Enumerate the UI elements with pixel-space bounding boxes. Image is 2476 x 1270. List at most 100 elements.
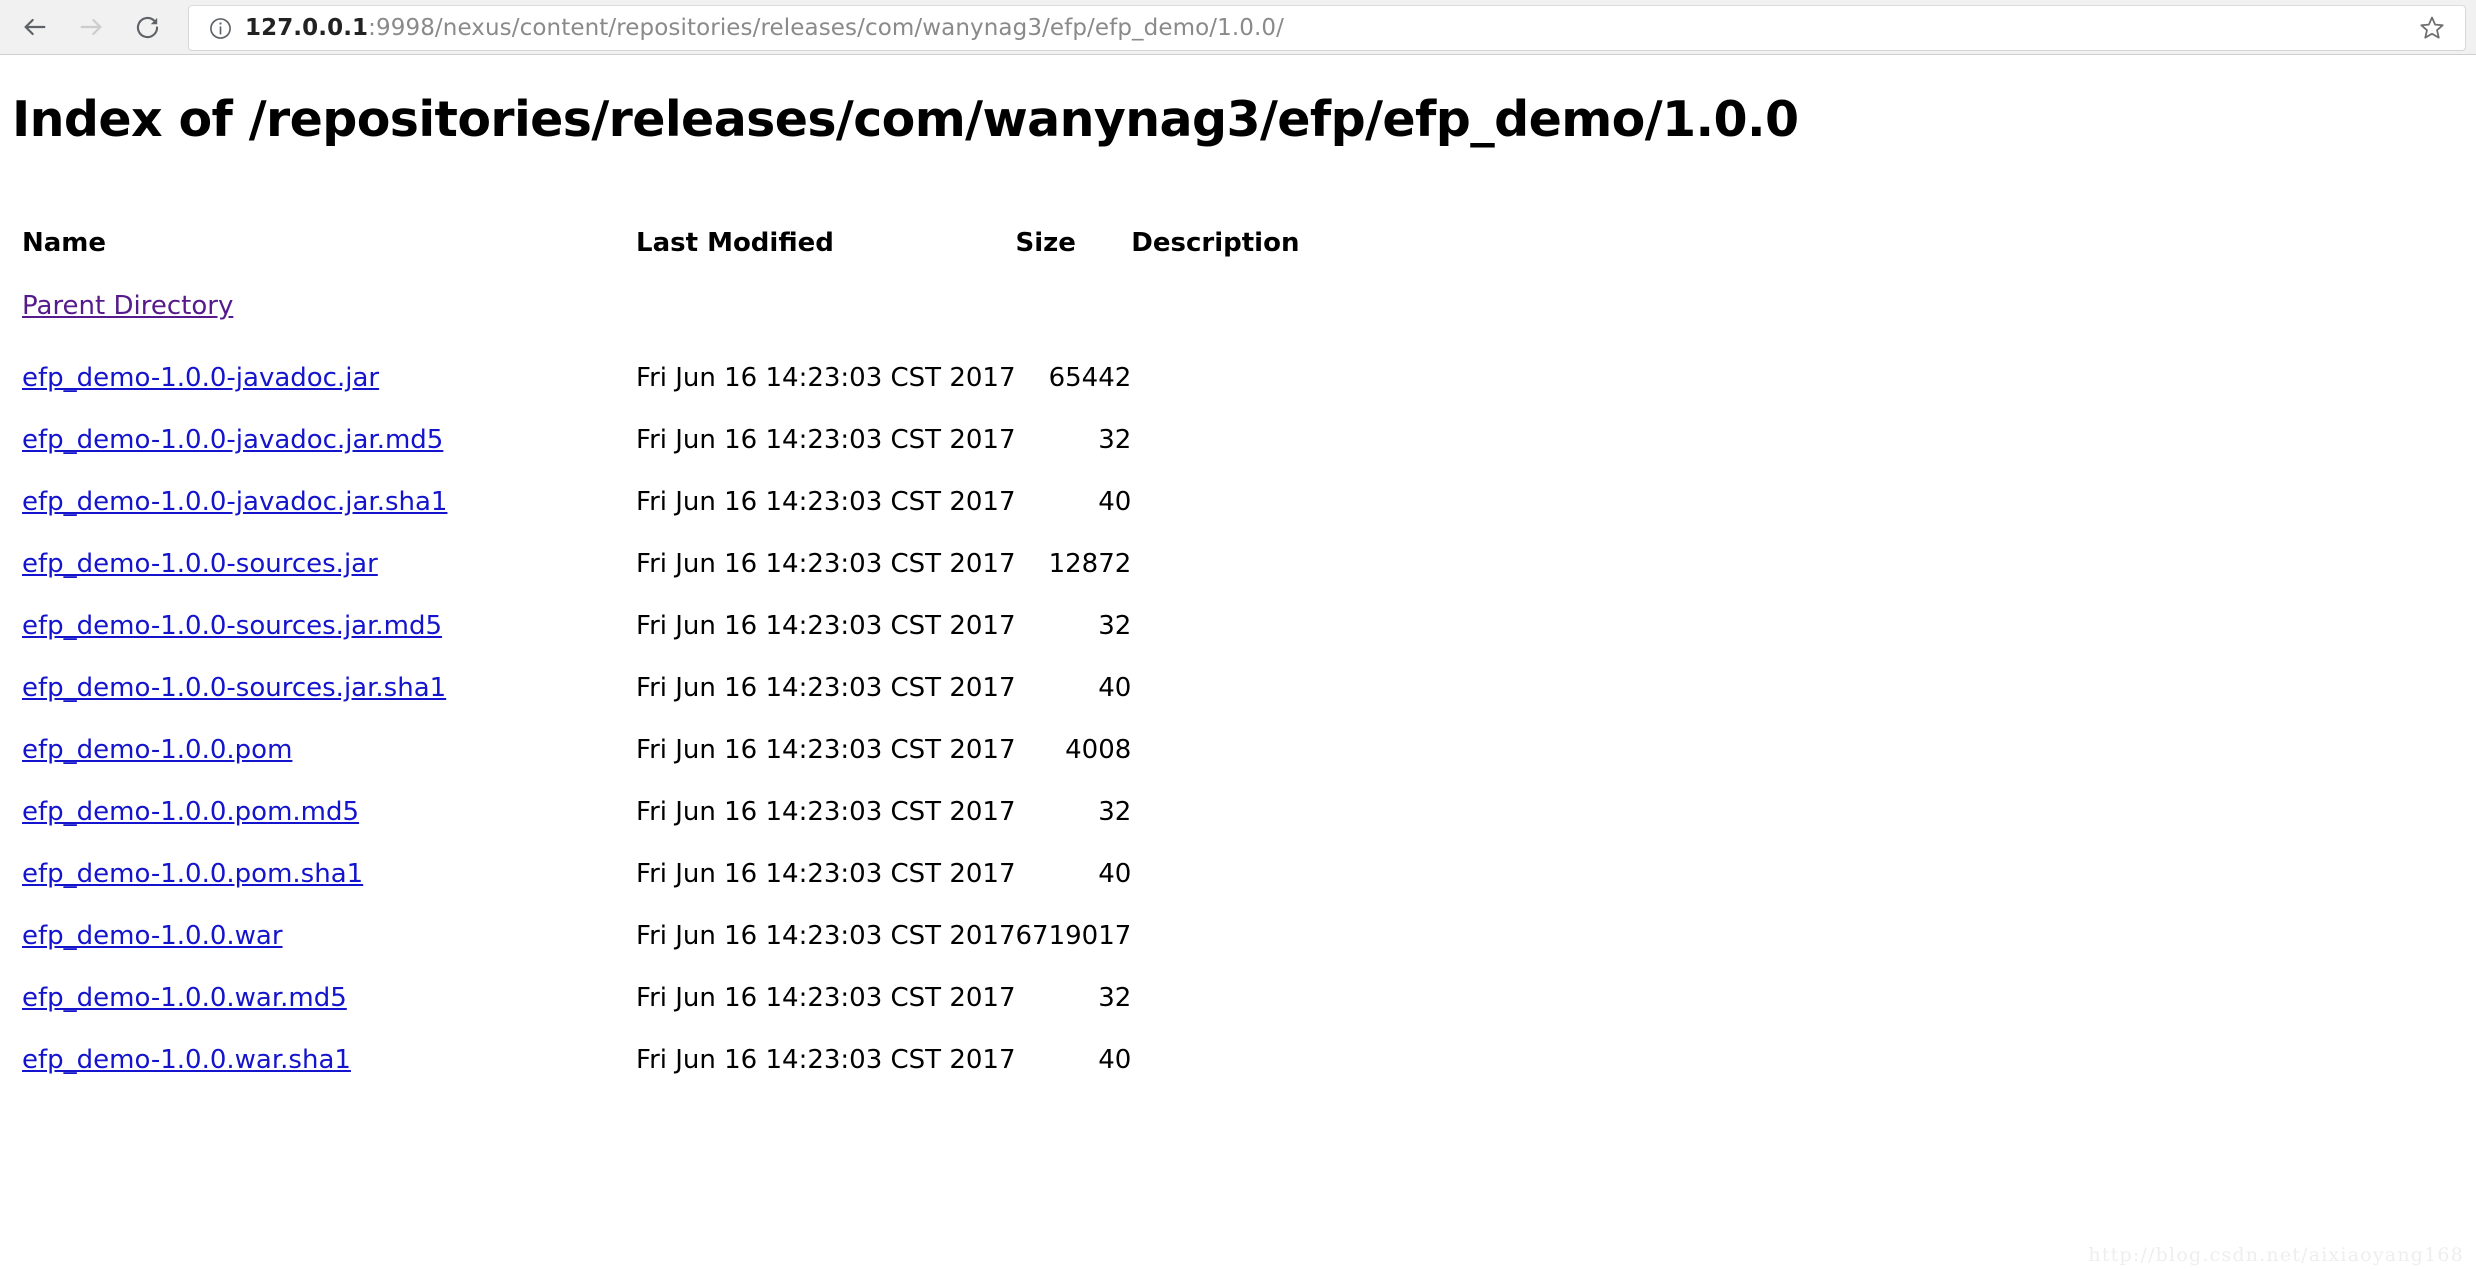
column-header-last-modified: Last Modified: [636, 228, 834, 258]
parent-directory-link[interactable]: Parent Directory: [22, 291, 233, 321]
address-bar[interactable]: 127.0.0.1:9998/nexus/content/repositorie…: [188, 5, 2466, 51]
file-name-cell[interactable]: efp_demo-1.0.0-javadoc.jar.md5: [22, 416, 636, 478]
spacer-cell: [1131, 344, 1531, 354]
arrow-left-icon: [21, 13, 49, 41]
page-title: Index of /repositories/releases/com/wany…: [12, 91, 1799, 148]
column-header-size: Size: [1015, 228, 1076, 258]
file-link[interactable]: efp_demo-1.0.0-javadoc.jar: [22, 363, 379, 393]
table-row[interactable]: efp_demo-1.0.0-javadoc.jar Fri Jun 16 14…: [22, 354, 1531, 416]
address-bar-host: 127.0.0.1: [245, 15, 369, 41]
table-row[interactable]: efp_demo-1.0.0.pom Fri Jun 16 14:23:03 C…: [22, 726, 1531, 788]
table-row[interactable]: efp_demo-1.0.0-sources.jar.md5 Fri Jun 1…: [22, 602, 1531, 664]
file-size: 40: [1098, 487, 1132, 517]
file-name-cell[interactable]: efp_demo-1.0.0.pom.sha1: [22, 850, 636, 912]
file-name-cell[interactable]: efp_demo-1.0.0-javadoc.jar: [22, 354, 636, 416]
file-link[interactable]: efp_demo-1.0.0.war: [22, 921, 283, 951]
file-description: [1131, 788, 1531, 850]
file-size: 32: [1098, 425, 1132, 455]
reload-icon: [134, 14, 161, 41]
file-link[interactable]: efp_demo-1.0.0.pom.md5: [22, 797, 359, 827]
file-description: [1131, 354, 1531, 416]
file-last-modified: Fri Jun 16 14:23:03 CST 2017: [636, 549, 1016, 579]
file-description: [1131, 912, 1531, 974]
column-header-name: Name: [22, 228, 107, 258]
info-circle-icon[interactable]: [207, 15, 233, 41]
file-last-modified: Fri Jun 16 14:23:03 CST 2017: [636, 983, 1016, 1013]
parent-description: [1131, 282, 1531, 344]
file-size: 40: [1098, 859, 1132, 889]
file-last-modified: Fri Jun 16 14:23:03 CST 2017: [636, 735, 1016, 765]
bookmark-star-icon[interactable]: [2417, 13, 2447, 43]
file-link[interactable]: efp_demo-1.0.0-sources.jar.sha1: [22, 673, 446, 703]
file-name-cell[interactable]: efp_demo-1.0.0.war.md5: [22, 974, 636, 1036]
table-row[interactable]: efp_demo-1.0.0.war.sha1 Fri Jun 16 14:23…: [22, 1036, 1531, 1098]
file-last-modified: Fri Jun 16 14:23:03 CST 2017: [636, 363, 1016, 393]
table-row-parent[interactable]: Parent Directory: [22, 282, 1531, 344]
file-description: [1131, 850, 1531, 912]
file-last-modified: Fri Jun 16 14:23:03 CST 2017: [636, 673, 1016, 703]
directory-listing-body: Parent Directory efp_demo-1.0.0-javadoc.…: [22, 282, 1531, 1098]
file-name-cell[interactable]: efp_demo-1.0.0.pom.md5: [22, 788, 636, 850]
file-size: 32: [1098, 797, 1132, 827]
table-row[interactable]: efp_demo-1.0.0-javadoc.jar.md5 Fri Jun 1…: [22, 416, 1531, 478]
table-row[interactable]: efp_demo-1.0.0.war Fri Jun 16 14:23:03 C…: [22, 912, 1531, 974]
spacer-cell: [636, 344, 1016, 354]
file-name-cell[interactable]: efp_demo-1.0.0-sources.jar.sha1: [22, 664, 636, 726]
table-row[interactable]: efp_demo-1.0.0.pom.md5 Fri Jun 16 14:23:…: [22, 788, 1531, 850]
file-last-modified: Fri Jun 16 14:23:03 CST 2017: [636, 797, 1016, 827]
file-name-cell[interactable]: efp_demo-1.0.0.war.sha1: [22, 1036, 636, 1098]
file-size: 65442: [1048, 363, 1132, 393]
file-link[interactable]: efp_demo-1.0.0.war.md5: [22, 983, 347, 1013]
file-link[interactable]: efp_demo-1.0.0.pom.sha1: [22, 859, 363, 889]
reload-button[interactable]: [124, 4, 170, 50]
file-link[interactable]: efp_demo-1.0.0-javadoc.jar.md5: [22, 425, 443, 455]
table-header-row: Name Last Modified Size Description: [22, 228, 1531, 282]
file-link[interactable]: efp_demo-1.0.0.pom: [22, 735, 292, 765]
file-description: [1131, 726, 1531, 788]
directory-listing-table: Name Last Modified Size Description Pare…: [22, 228, 1531, 1098]
file-size: 40: [1098, 673, 1132, 703]
file-last-modified: Fri Jun 16 14:23:03 CST 2017: [636, 921, 1016, 951]
table-row[interactable]: efp_demo-1.0.0.pom.sha1 Fri Jun 16 14:23…: [22, 850, 1531, 912]
file-description: [1131, 416, 1531, 478]
file-size: 32: [1098, 611, 1132, 641]
table-row[interactable]: efp_demo-1.0.0-sources.jar Fri Jun 16 14…: [22, 540, 1531, 602]
file-description: [1131, 974, 1531, 1036]
file-description: [1131, 478, 1531, 540]
file-description: [1131, 540, 1531, 602]
file-size: 12872: [1048, 549, 1132, 579]
parent-directory-cell[interactable]: Parent Directory: [22, 282, 636, 344]
browser-toolbar: 127.0.0.1:9998/nexus/content/repositorie…: [0, 0, 2476, 55]
row-spacer: [22, 344, 1531, 354]
file-size: 40: [1098, 1045, 1132, 1075]
file-description: [1131, 1036, 1531, 1098]
address-bar-path: :9998/nexus/content/repositories/release…: [368, 15, 1284, 41]
file-link[interactable]: efp_demo-1.0.0-sources.jar.md5: [22, 611, 442, 641]
file-name-cell[interactable]: efp_demo-1.0.0.war: [22, 912, 636, 974]
file-last-modified: Fri Jun 16 14:23:03 CST 2017: [636, 611, 1016, 641]
watermark-text: http://blog.csdn.net/aixiaoyang168: [2088, 1244, 2464, 1266]
file-name-cell[interactable]: efp_demo-1.0.0-sources.jar: [22, 540, 636, 602]
file-last-modified: Fri Jun 16 14:23:03 CST 2017: [636, 1045, 1016, 1075]
arrow-right-icon: [77, 13, 105, 41]
page-body: Index of /repositories/releases/com/wany…: [0, 56, 2476, 1270]
file-link[interactable]: efp_demo-1.0.0-javadoc.jar.sha1: [22, 487, 447, 517]
parent-size: [1016, 282, 1132, 344]
table-row[interactable]: efp_demo-1.0.0.war.md5 Fri Jun 16 14:23:…: [22, 974, 1531, 1036]
address-bar-text[interactable]: 127.0.0.1:9998/nexus/content/repositorie…: [245, 15, 2417, 41]
back-button[interactable]: [12, 4, 58, 50]
column-header-description: Description: [1131, 228, 1300, 258]
forward-button[interactable]: [68, 4, 114, 50]
file-name-cell[interactable]: efp_demo-1.0.0.pom: [22, 726, 636, 788]
file-link[interactable]: efp_demo-1.0.0-sources.jar: [22, 549, 378, 579]
file-name-cell[interactable]: efp_demo-1.0.0-javadoc.jar.sha1: [22, 478, 636, 540]
file-description: [1131, 602, 1531, 664]
file-size: 6719017: [1015, 921, 1132, 951]
table-row[interactable]: efp_demo-1.0.0-sources.jar.sha1 Fri Jun …: [22, 664, 1531, 726]
file-description: [1131, 664, 1531, 726]
parent-last-modified: [636, 282, 1016, 344]
file-name-cell[interactable]: efp_demo-1.0.0-sources.jar.md5: [22, 602, 636, 664]
file-link[interactable]: efp_demo-1.0.0.war.sha1: [22, 1045, 351, 1075]
table-row[interactable]: efp_demo-1.0.0-javadoc.jar.sha1 Fri Jun …: [22, 478, 1531, 540]
file-last-modified: Fri Jun 16 14:23:03 CST 2017: [636, 859, 1016, 889]
